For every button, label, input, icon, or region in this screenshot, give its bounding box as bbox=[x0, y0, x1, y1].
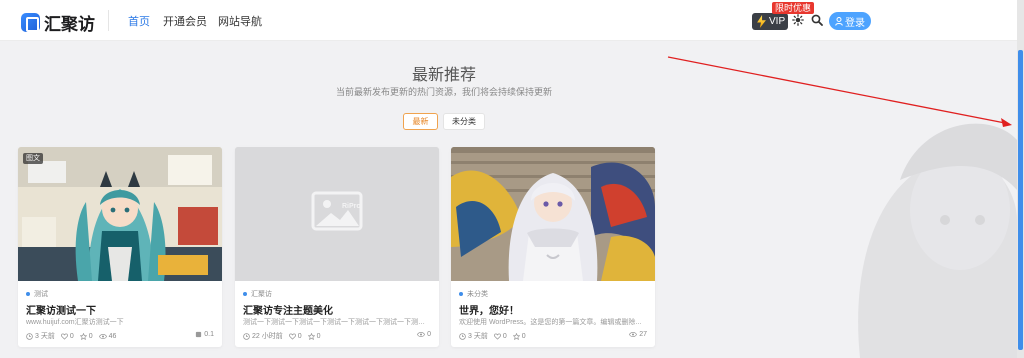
tab-uncategorized[interactable]: 未分类 bbox=[443, 113, 485, 130]
theme-toggle-icon[interactable] bbox=[792, 13, 806, 27]
search-icon[interactable] bbox=[811, 13, 825, 27]
background-illustration bbox=[858, 123, 1017, 358]
heart-icon bbox=[493, 332, 501, 340]
post-views: 0 bbox=[417, 331, 431, 338]
post-thumbnail[interactable]: RiPro bbox=[235, 147, 439, 281]
post-excerpt: 测试一下测试一下测试一下测试一下测试一下测试一下测试一下测试一下测... bbox=[243, 319, 431, 326]
post-title[interactable]: 世界，您好！ bbox=[459, 302, 519, 317]
post-thumbnail[interactable]: 图文 bbox=[18, 147, 222, 281]
clock-icon bbox=[243, 332, 250, 340]
post-card[interactable]: 未分类 世界，您好！ 欢迎使用 WordPress。这是您的第一篇文章。编辑或删… bbox=[451, 147, 655, 347]
eye-icon bbox=[98, 333, 107, 339]
post-meta: 22 小时前 0 0 bbox=[243, 331, 327, 341]
post-card[interactable]: RiPro 汇聚访 汇聚访专注主题美化 测试一下测试一下测试一下测试一下测试一下… bbox=[235, 147, 439, 347]
category-dot bbox=[459, 292, 463, 296]
like-count: 0 bbox=[69, 332, 74, 340]
meta-time: 3 天前 bbox=[459, 331, 488, 341]
login-button[interactable]: 登录 bbox=[829, 12, 871, 30]
meta-time: 22 小时前 bbox=[243, 331, 283, 341]
post-title[interactable]: 汇聚访测试一下 bbox=[26, 302, 96, 317]
lightning-icon bbox=[757, 15, 766, 28]
nav-home[interactable]: 首页 bbox=[128, 13, 150, 29]
view-count: 0 bbox=[427, 331, 431, 338]
meta-favs: 0 bbox=[512, 332, 526, 340]
post-category[interactable]: 未分类 bbox=[459, 289, 488, 299]
meta-favs: 0 bbox=[307, 332, 321, 340]
meta-likes: 0 bbox=[493, 332, 507, 340]
post-title[interactable]: 汇聚访专注主题美化 bbox=[243, 302, 333, 317]
scrollbar-thumb[interactable] bbox=[1018, 50, 1023, 350]
post-time: 22 小时前 bbox=[252, 333, 283, 340]
logo-icon bbox=[21, 13, 40, 32]
eye-icon bbox=[629, 332, 638, 337]
header-divider bbox=[108, 10, 109, 31]
price-value: 0.1 bbox=[204, 331, 214, 338]
post-excerpt: www.huijuf.com汇聚访测试一下 bbox=[26, 319, 124, 326]
post-category[interactable]: 汇聚访 bbox=[243, 289, 272, 299]
meta-time: 3 天前 bbox=[26, 331, 55, 341]
fav-count: 0 bbox=[521, 332, 526, 340]
login-label: 登录 bbox=[845, 17, 865, 29]
site-header: 汇聚访 首页 开通会员 网站导航 VIP 限时优惠 登录 bbox=[0, 0, 1017, 41]
category-label: 未分类 bbox=[467, 291, 488, 298]
post-meta: 3 天前 0 0 bbox=[459, 331, 532, 341]
view-count: 46 bbox=[108, 332, 117, 340]
coin-icon bbox=[196, 331, 202, 338]
post-time: 3 天前 bbox=[35, 333, 55, 340]
eye-icon bbox=[417, 332, 426, 337]
meta-favs: 0 bbox=[79, 332, 93, 340]
meta-likes: 0 bbox=[288, 332, 302, 340]
nav-membership[interactable]: 开通会员 bbox=[163, 13, 207, 29]
post-category[interactable]: 测试 bbox=[26, 289, 48, 299]
section-subtitle: 当前最新发布更新的热门资源，我们将会持续保持更新 bbox=[335, 87, 552, 97]
section-title: 最新推荐 bbox=[411, 67, 476, 84]
post-thumbnail[interactable] bbox=[451, 147, 655, 281]
meta-views: 46 bbox=[98, 332, 117, 340]
nav-site-navigation[interactable]: 网站导航 bbox=[218, 13, 262, 29]
site-logo[interactable]: 汇聚访 bbox=[21, 10, 95, 35]
tab-latest[interactable]: 最新 bbox=[403, 113, 438, 130]
post-card[interactable]: 图文 测试 汇聚访测试一下 www.huijuf.com汇聚访测试一下 3 天前… bbox=[18, 147, 222, 347]
vip-label: VIP bbox=[769, 16, 786, 27]
category-dot bbox=[26, 292, 30, 296]
clock-icon bbox=[26, 332, 33, 340]
heart-icon bbox=[288, 332, 296, 340]
post-time: 3 天前 bbox=[468, 333, 488, 340]
star-icon bbox=[79, 332, 87, 340]
clock-icon bbox=[459, 332, 466, 340]
post-price: 0.1 bbox=[195, 331, 214, 338]
user-icon bbox=[835, 16, 843, 26]
star-icon bbox=[307, 332, 315, 340]
fav-count: 0 bbox=[88, 332, 93, 340]
post-views: 27 bbox=[629, 331, 647, 338]
like-count: 0 bbox=[297, 332, 302, 340]
post-excerpt: 欢迎使用 WordPress。这是您的第一篇文章。编辑或删除... bbox=[459, 319, 642, 326]
category-label: 汇聚访 bbox=[251, 291, 272, 298]
vip-badge: VIP bbox=[752, 13, 788, 30]
post-type-badge: 图文 bbox=[23, 153, 43, 164]
meta-likes: 0 bbox=[60, 332, 74, 340]
star-icon bbox=[512, 332, 520, 340]
brand-name: 汇聚访 bbox=[44, 15, 95, 34]
placeholder-logo-text: RiPro bbox=[342, 203, 361, 210]
category-label: 测试 bbox=[34, 291, 48, 298]
post-meta: 3 天前 0 0 46 bbox=[26, 331, 122, 341]
view-count: 27 bbox=[639, 331, 647, 338]
category-dot bbox=[243, 292, 247, 296]
like-count: 0 bbox=[502, 332, 507, 340]
heart-icon bbox=[60, 332, 68, 340]
fav-count: 0 bbox=[316, 332, 321, 340]
